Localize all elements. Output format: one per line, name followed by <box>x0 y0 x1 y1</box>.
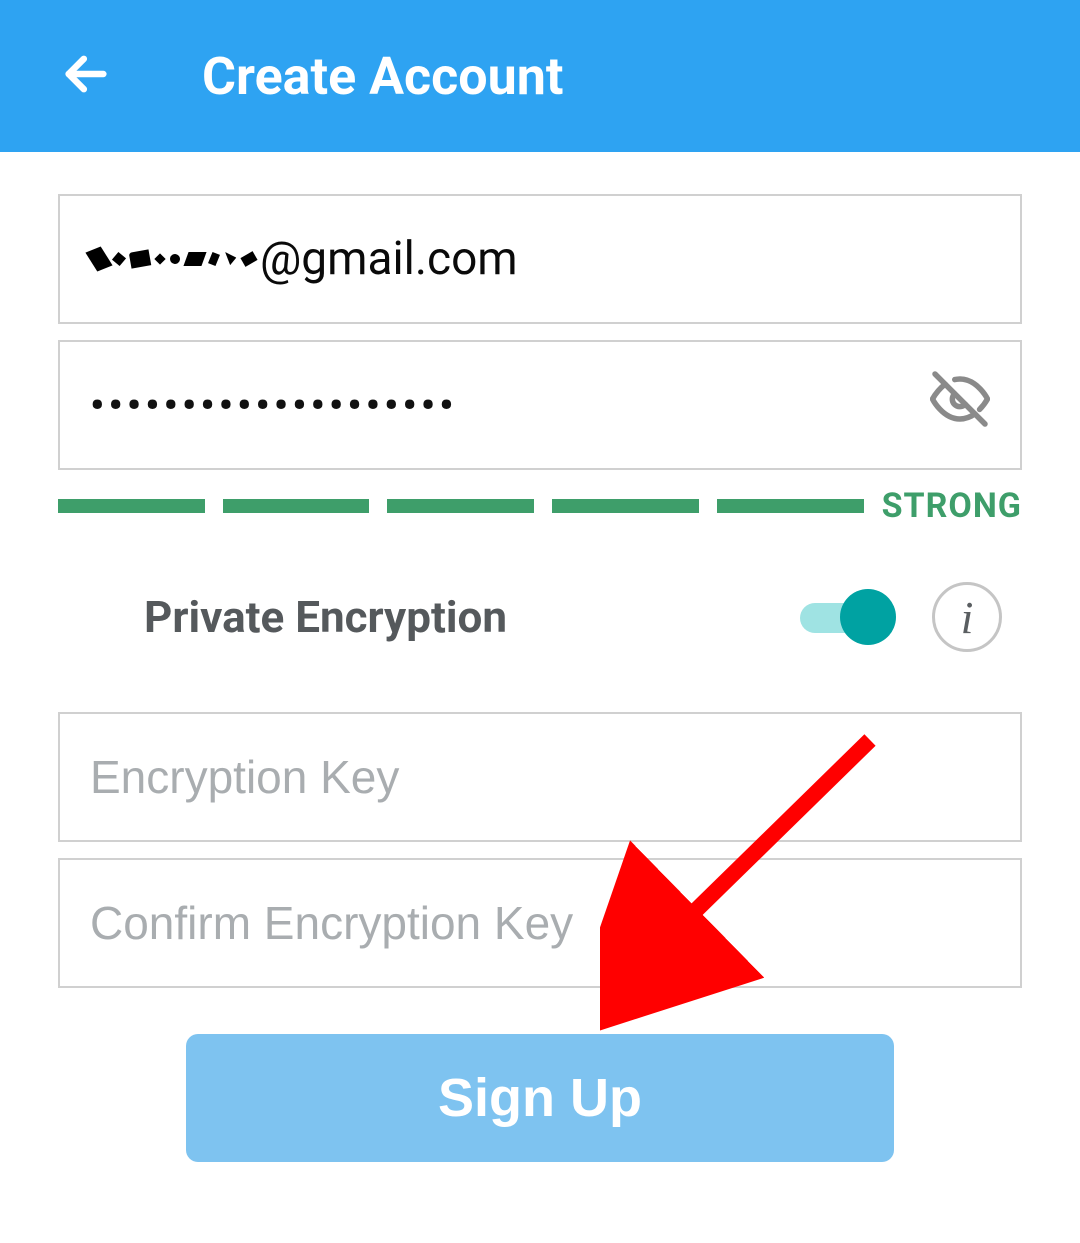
app-header: Create Account <box>0 0 1080 152</box>
encryption-key-field[interactable] <box>58 712 1022 842</box>
toggle-knob <box>840 589 896 645</box>
form-content: @gmail.com •••••••••••••••••••• STRONG P… <box>0 152 1080 1162</box>
info-icon[interactable]: i <box>932 582 1002 652</box>
strength-label: STRONG <box>882 486 1022 526</box>
private-encryption-toggle[interactable] <box>800 597 892 637</box>
back-arrow-icon[interactable] <box>60 48 112 104</box>
email-field[interactable]: @gmail.com <box>58 194 1022 324</box>
strength-segment <box>552 499 699 513</box>
email-value: @gmail.com <box>90 232 518 286</box>
private-encryption-row: Private Encryption i <box>58 582 1022 652</box>
strength-segment <box>223 499 370 513</box>
eye-off-icon[interactable] <box>930 369 990 441</box>
info-glyph: i <box>961 591 974 644</box>
private-encryption-label: Private Encryption <box>144 591 800 643</box>
password-field[interactable]: •••••••••••••••••••• <box>58 340 1022 470</box>
confirm-encryption-key-field[interactable] <box>58 858 1022 988</box>
page-title: Create Account <box>202 46 563 107</box>
email-domain: @gmail.com <box>260 232 518 286</box>
email-redacted-local-part <box>90 249 256 269</box>
password-mask: •••••••••••••••••••• <box>90 382 458 429</box>
strength-segment <box>387 499 534 513</box>
strength-segment <box>717 499 864 513</box>
password-strength-meter: STRONG <box>58 486 1022 526</box>
strength-segment <box>58 499 205 513</box>
sign-up-button[interactable]: Sign Up <box>186 1034 894 1162</box>
